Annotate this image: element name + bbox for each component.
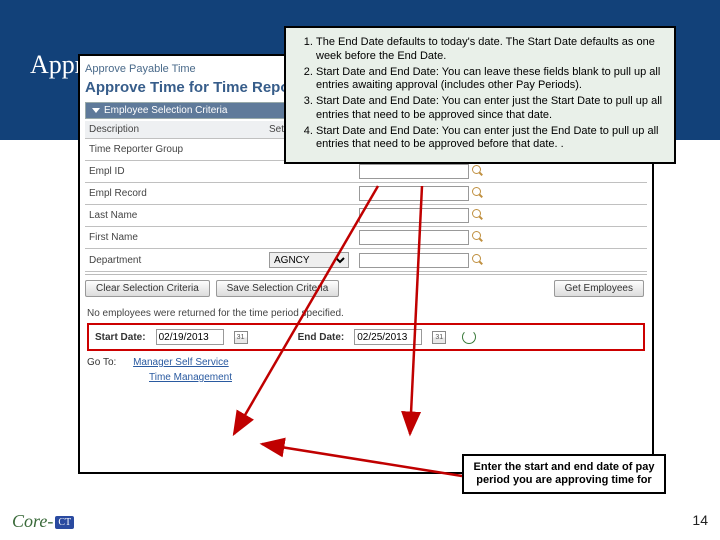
instruction-callout: The End Date defaults to today's date. T… — [284, 26, 676, 164]
page-number: 14 — [692, 512, 708, 528]
table-row: First Name — [85, 227, 647, 249]
instruction-item: Start Date and End Date: You can enter j… — [316, 95, 664, 123]
lookup-icon[interactable] — [472, 231, 484, 243]
row-label: Empl ID — [85, 161, 265, 183]
table-row: Department AGNCY — [85, 249, 647, 272]
row-label: Last Name — [85, 205, 265, 227]
department-setid-select[interactable]: AGNCY — [269, 252, 349, 268]
refresh-icon[interactable] — [462, 330, 476, 344]
end-date-input[interactable] — [354, 329, 422, 345]
last-name-input[interactable] — [359, 208, 469, 223]
row-label: Time Reporter Group — [85, 139, 265, 161]
calendar-icon[interactable]: 31 — [432, 331, 446, 344]
row-label: Empl Record — [85, 183, 265, 205]
lookup-icon[interactable] — [472, 187, 484, 199]
logo-badge: CT — [55, 516, 74, 529]
collapse-icon[interactable] — [92, 108, 100, 113]
row-label: Department — [85, 249, 265, 272]
start-date-label: Start Date: — [95, 332, 146, 343]
first-name-input[interactable] — [359, 230, 469, 245]
table-row: Last Name — [85, 205, 647, 227]
emplid-input[interactable] — [359, 164, 469, 179]
end-date-label: End Date: — [298, 332, 345, 343]
logo: Core-CT — [12, 511, 74, 532]
instruction-item: Start Date and End Date: You can leave t… — [316, 66, 664, 94]
goto-time-management-link[interactable]: Time Management — [149, 372, 645, 383]
col-description: Description — [85, 121, 265, 139]
calendar-icon[interactable]: 31 — [234, 331, 248, 344]
lookup-icon[interactable] — [472, 165, 484, 177]
get-employees-button[interactable]: Get Employees — [554, 280, 644, 297]
empl-record-input[interactable] — [359, 186, 469, 201]
row-label: First Name — [85, 227, 265, 249]
department-input[interactable] — [359, 253, 469, 268]
goto-label: Go To: — [87, 357, 116, 368]
clear-criteria-button[interactable]: Clear Selection Criteria — [85, 280, 210, 297]
lookup-icon[interactable] — [472, 209, 484, 221]
lookup-icon[interactable] — [472, 254, 484, 266]
bottom-callout: Enter the start and end date of pay peri… — [462, 454, 666, 494]
save-criteria-button[interactable]: Save Selection Criteria — [216, 280, 340, 297]
instruction-item: The End Date defaults to today's date. T… — [316, 36, 664, 64]
goto-manager-self-service-link[interactable]: Manager Self Service — [133, 357, 229, 368]
section-header-label: Employee Selection Criteria — [104, 105, 227, 116]
status-message: No employees were returned for the time … — [87, 308, 645, 319]
table-row: Empl Record — [85, 183, 647, 205]
date-range-row: Start Date: 31 End Date: 31 — [87, 323, 645, 351]
instruction-item: Start Date and End Date: You can enter j… — [316, 125, 664, 153]
start-date-input[interactable] — [156, 329, 224, 345]
